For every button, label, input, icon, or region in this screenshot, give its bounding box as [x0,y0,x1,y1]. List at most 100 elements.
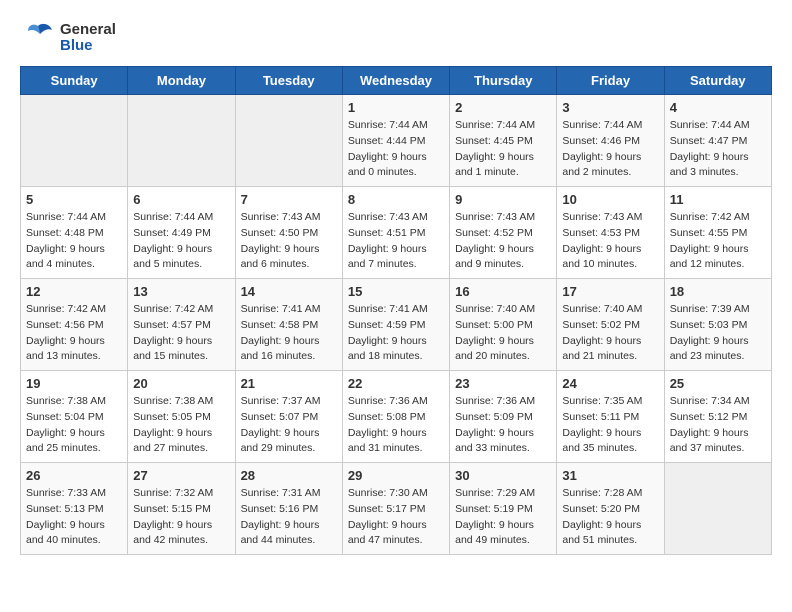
day-info: Sunrise: 7:37 AM Sunset: 5:07 PM Dayligh… [241,394,337,457]
calendar-cell: 2 Sunrise: 7:44 AM Sunset: 4:45 PM Daylig… [450,95,557,187]
page-header: General Blue [20,20,772,56]
calendar-cell: 1 Sunrise: 7:44 AM Sunset: 4:44 PM Daylig… [342,95,449,187]
header-sunday: Sunday [21,67,128,95]
day-info: Sunrise: 7:43 AM Sunset: 4:51 PM Dayligh… [348,210,444,273]
day-number: 9 [455,192,551,207]
calendar-cell: 24Sunrise: 7:35 AM Sunset: 5:11 PM Dayli… [557,371,664,463]
day-info: Sunrise: 7:44 AM Sunset: 4:45 PM Dayligh… [455,118,551,181]
day-number: 13 [133,284,229,299]
day-number: 4 [670,100,766,115]
day-number: 21 [241,376,337,391]
calendar-cell: 11 Sunrise: 7:42 AM Sunset: 4:55 PM Dayli… [664,187,771,279]
calendar-cell [21,95,128,187]
calendar-cell: 31Sunrise: 7:28 AM Sunset: 5:20 PM Dayli… [557,463,664,555]
day-info: Sunrise: 7:34 AM Sunset: 5:12 PM Dayligh… [670,394,766,457]
day-number: 5 [26,192,122,207]
calendar-cell: 12 Sunrise: 7:42 AM Sunset: 4:56 PM Dayli… [21,279,128,371]
day-info: Sunrise: 7:41 AM Sunset: 4:59 PM Dayligh… [348,302,444,365]
day-number: 11 [670,192,766,207]
calendar-cell: 15Sunrise: 7:41 AM Sunset: 4:59 PM Dayli… [342,279,449,371]
day-info: Sunrise: 7:42 AM Sunset: 4:56 PM Dayligh… [26,302,122,365]
calendar-cell: 9 Sunrise: 7:43 AM Sunset: 4:52 PM Daylig… [450,187,557,279]
calendar-table: SundayMondayTuesdayWednesdayThursdayFrid… [20,66,772,555]
logo-blue: Blue [60,38,116,55]
calendar-cell: 14 Sunrise: 7:41 AM Sunset: 4:58 PM Dayli… [235,279,342,371]
day-number: 2 [455,100,551,115]
day-info: Sunrise: 7:43 AM Sunset: 4:52 PM Dayligh… [455,210,551,273]
day-number: 23 [455,376,551,391]
calendar-cell [128,95,235,187]
day-info: Sunrise: 7:41 AM Sunset: 4:58 PM Dayligh… [241,302,337,365]
calendar-week-5: 26Sunrise: 7:33 AM Sunset: 5:13 PM Dayli… [21,463,772,555]
header-thursday: Thursday [450,67,557,95]
day-info: Sunrise: 7:42 AM Sunset: 4:57 PM Dayligh… [133,302,229,365]
logo-text: General Blue [60,22,116,55]
day-number: 31 [562,468,658,483]
calendar-cell: 5Sunrise: 7:44 AM Sunset: 4:48 PM Daylig… [21,187,128,279]
day-info: Sunrise: 7:38 AM Sunset: 5:04 PM Dayligh… [26,394,122,457]
calendar-cell: 18 Sunrise: 7:39 AM Sunset: 5:03 PM Dayli… [664,279,771,371]
day-number: 7 [241,192,337,207]
day-number: 3 [562,100,658,115]
header-friday: Friday [557,67,664,95]
calendar-week-4: 19 Sunrise: 7:38 AM Sunset: 5:04 PM Dayli… [21,371,772,463]
logo-bird-icon [20,20,56,56]
day-info: Sunrise: 7:44 AM Sunset: 4:46 PM Dayligh… [562,118,658,181]
day-number: 27 [133,468,229,483]
calendar-cell: 4 Sunrise: 7:44 AM Sunset: 4:47 PM Daylig… [664,95,771,187]
calendar-cell: 27Sunrise: 7:32 AM Sunset: 5:15 PM Dayli… [128,463,235,555]
calendar-cell: 10 Sunrise: 7:43 AM Sunset: 4:53 PM Dayli… [557,187,664,279]
day-info: Sunrise: 7:39 AM Sunset: 5:03 PM Dayligh… [670,302,766,365]
day-number: 18 [670,284,766,299]
day-info: Sunrise: 7:30 AM Sunset: 5:17 PM Dayligh… [348,486,444,549]
day-info: Sunrise: 7:42 AM Sunset: 4:55 PM Dayligh… [670,210,766,273]
day-number: 14 [241,284,337,299]
day-number: 17 [562,284,658,299]
logo-block: General Blue [20,20,116,56]
calendar-cell [235,95,342,187]
calendar-cell [664,463,771,555]
calendar-cell: 17 Sunrise: 7:40 AM Sunset: 5:02 PM Dayli… [557,279,664,371]
calendar-cell: 23Sunrise: 7:36 AM Sunset: 5:09 PM Dayli… [450,371,557,463]
calendar-cell: 8 Sunrise: 7:43 AM Sunset: 4:51 PM Daylig… [342,187,449,279]
header-saturday: Saturday [664,67,771,95]
calendar-week-2: 5Sunrise: 7:44 AM Sunset: 4:48 PM Daylig… [21,187,772,279]
day-number: 20 [133,376,229,391]
day-number: 25 [670,376,766,391]
day-number: 1 [348,100,444,115]
header-monday: Monday [128,67,235,95]
calendar-cell: 7 Sunrise: 7:43 AM Sunset: 4:50 PM Daylig… [235,187,342,279]
day-info: Sunrise: 7:44 AM Sunset: 4:47 PM Dayligh… [670,118,766,181]
day-number: 8 [348,192,444,207]
calendar-cell: 16 Sunrise: 7:40 AM Sunset: 5:00 PM Dayli… [450,279,557,371]
day-number: 19 [26,376,122,391]
calendar-cell: 20 Sunrise: 7:38 AM Sunset: 5:05 PM Dayli… [128,371,235,463]
day-info: Sunrise: 7:29 AM Sunset: 5:19 PM Dayligh… [455,486,551,549]
day-info: Sunrise: 7:31 AM Sunset: 5:16 PM Dayligh… [241,486,337,549]
day-number: 16 [455,284,551,299]
day-info: Sunrise: 7:40 AM Sunset: 5:00 PM Dayligh… [455,302,551,365]
day-info: Sunrise: 7:40 AM Sunset: 5:02 PM Dayligh… [562,302,658,365]
day-info: Sunrise: 7:38 AM Sunset: 5:05 PM Dayligh… [133,394,229,457]
day-info: Sunrise: 7:44 AM Sunset: 4:49 PM Dayligh… [133,210,229,273]
logo-general: General [60,22,116,39]
day-number: 10 [562,192,658,207]
calendar-cell: 19 Sunrise: 7:38 AM Sunset: 5:04 PM Dayli… [21,371,128,463]
calendar-cell: 3 Sunrise: 7:44 AM Sunset: 4:46 PM Daylig… [557,95,664,187]
day-info: Sunrise: 7:43 AM Sunset: 4:53 PM Dayligh… [562,210,658,273]
calendar-week-3: 12 Sunrise: 7:42 AM Sunset: 4:56 PM Dayli… [21,279,772,371]
header-tuesday: Tuesday [235,67,342,95]
day-info: Sunrise: 7:44 AM Sunset: 4:44 PM Dayligh… [348,118,444,181]
day-number: 29 [348,468,444,483]
calendar-cell: 26Sunrise: 7:33 AM Sunset: 5:13 PM Dayli… [21,463,128,555]
calendar-cell: 6Sunrise: 7:44 AM Sunset: 4:49 PM Daylig… [128,187,235,279]
day-number: 12 [26,284,122,299]
calendar-cell: 13 Sunrise: 7:42 AM Sunset: 4:57 PM Dayli… [128,279,235,371]
header-wednesday: Wednesday [342,67,449,95]
calendar-cell: 28Sunrise: 7:31 AM Sunset: 5:16 PM Dayli… [235,463,342,555]
logo: General Blue [20,20,116,56]
day-info: Sunrise: 7:43 AM Sunset: 4:50 PM Dayligh… [241,210,337,273]
day-info: Sunrise: 7:36 AM Sunset: 5:08 PM Dayligh… [348,394,444,457]
day-number: 24 [562,376,658,391]
calendar-cell: 25 Sunrise: 7:34 AM Sunset: 5:12 PM Dayli… [664,371,771,463]
